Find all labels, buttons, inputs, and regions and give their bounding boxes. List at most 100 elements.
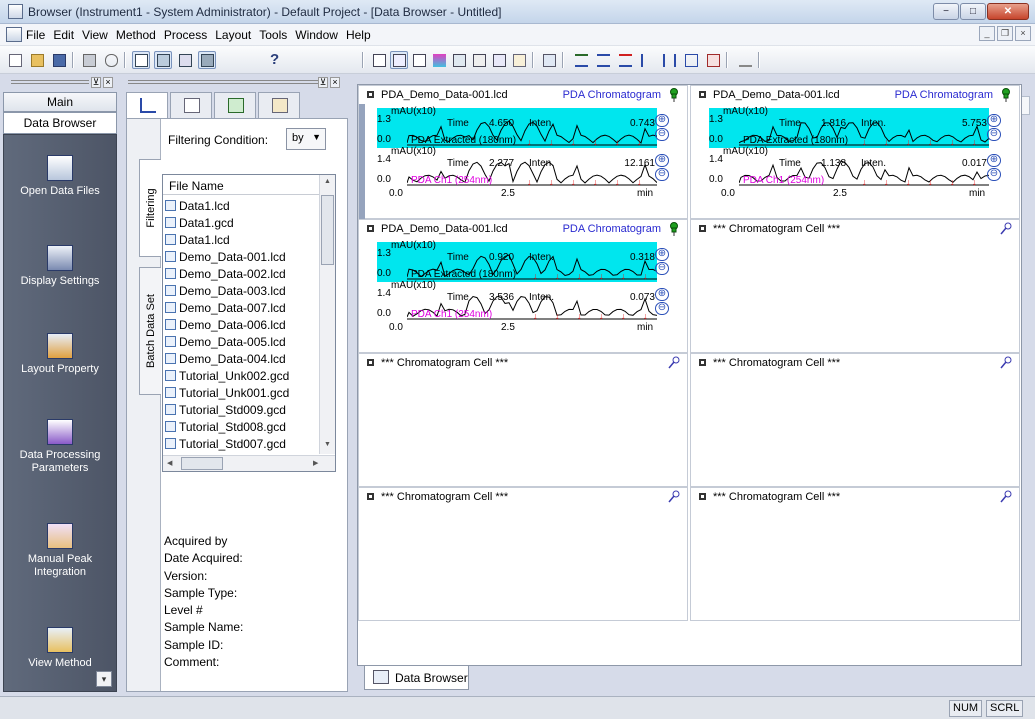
scroll-down-icon[interactable]: ▼ — [324, 441, 331, 448]
file-name-header[interactable]: File Name — [163, 175, 321, 195]
empty-chromatogram-cell[interactable]: *** Chromatogram Cell *** — [690, 487, 1020, 621]
view-toggle-button[interactable] — [132, 51, 150, 69]
help-label[interactable]: ? — [270, 51, 279, 68]
zoom-in-icon[interactable]: ⊕ — [655, 248, 669, 261]
tab-batch-data-set[interactable]: Batch Data Set — [139, 267, 161, 395]
file-row[interactable]: Tutorial_Std008.gcd — [163, 419, 321, 436]
file-row[interactable]: Demo_Data-007.lcd — [163, 300, 321, 317]
zoom-in-icon[interactable]: ⊕ — [987, 114, 1001, 127]
print-button[interactable] — [80, 51, 98, 69]
tab-data-files[interactable] — [126, 92, 168, 119]
file-row[interactable]: Demo_Data-005.lcd — [163, 334, 321, 351]
channel-plot[interactable]: ↓ ↓ ↓ ↓ ↓ ↓ mAU(x10) 1.4 0.0 Time 3.536 Inten. 0.073… — [377, 280, 657, 322]
empty-chromatogram-cell[interactable]: *** Chromatogram Cell *** — [358, 487, 688, 621]
chromatogram-cell[interactable]: PDA_Demo_Data-001.lcd PDA Chromatogram ↓ ↓ ↓… — [358, 219, 688, 353]
merge-button[interactable] — [682, 51, 700, 69]
nav-layout-property[interactable]: Layout Property — [4, 333, 116, 376]
horizontal-scrollbar[interactable]: ◀ ▶ — [163, 455, 335, 471]
properties-button[interactable] — [540, 51, 558, 69]
edit-button[interactable] — [736, 51, 754, 69]
filtering-condition-select[interactable]: by ▼ — [286, 128, 326, 150]
channel-plot[interactable]: ↓ ↓ ↓ ↓ ↓ ↓ mAU(x10) 1.4 0.0 Time 1.138 Inten. 0.017… — [709, 146, 989, 188]
zoom-in-icon[interactable]: ⊕ — [655, 114, 669, 127]
mdi-close-button[interactable]: × — [1015, 26, 1031, 41]
cell-select-box[interactable] — [699, 225, 706, 232]
mdi-minimize-button[interactable]: _ — [979, 26, 995, 41]
panel-grip[interactable]: ⊻ × — [3, 76, 117, 90]
data-browser-section[interactable]: Data Browser — [3, 112, 117, 134]
file-row[interactable]: Demo_Data-003.lcd — [163, 283, 321, 300]
panel-grip[interactable]: ⊻ × — [120, 76, 352, 90]
pda-spectrum-button[interactable] — [410, 51, 428, 69]
vertical-scrollbar[interactable]: ▲ ▼ — [319, 175, 335, 454]
layout-toggle-button[interactable] — [154, 51, 172, 69]
tab-filtering[interactable]: Filtering — [139, 159, 161, 257]
pushpin-icon[interactable] — [999, 356, 1013, 370]
menu-layout[interactable]: Layout — [215, 28, 251, 42]
nav-display-settings[interactable]: Display Settings — [4, 245, 116, 288]
cell-select-box[interactable] — [699, 493, 706, 500]
cell-select-box[interactable] — [699, 91, 706, 98]
open-button[interactable] — [28, 51, 46, 69]
menu-file[interactable]: File — [26, 28, 45, 42]
zoom-out-icon[interactable]: ⊖ — [987, 168, 1001, 181]
zoom-in-icon[interactable]: ⊕ — [987, 154, 1001, 167]
save-button[interactable] — [50, 51, 68, 69]
panel-pin-button[interactable]: ⊻ — [318, 77, 328, 88]
file-row[interactable]: Data1.lcd — [163, 198, 321, 215]
pda-view-button[interactable] — [390, 51, 408, 69]
chromatogram-view-button[interactable] — [370, 51, 388, 69]
nav-open-data-files[interactable]: Open Data Files — [4, 155, 116, 198]
zoom-out-icon[interactable]: ⊖ — [655, 262, 669, 275]
zoom-out-icon[interactable]: ⊖ — [987, 128, 1001, 141]
scroll-thumb[interactable] — [181, 457, 223, 470]
file-row[interactable]: Data1.lcd — [163, 232, 321, 249]
pushpin-green-icon[interactable] — [999, 88, 1013, 102]
pushpin-icon[interactable] — [999, 222, 1013, 236]
menu-method[interactable]: Method — [116, 28, 156, 42]
delete-button[interactable] — [616, 51, 634, 69]
add-button[interactable] — [572, 51, 590, 69]
tab-methods[interactable] — [170, 92, 212, 118]
list-toggle-button[interactable] — [176, 51, 194, 69]
empty-chromatogram-cell[interactable]: *** Chromatogram Cell *** — [690, 353, 1020, 487]
menu-window[interactable]: Window — [295, 28, 338, 42]
pushpin-icon[interactable] — [667, 356, 681, 370]
panel-close-button[interactable]: × — [103, 77, 113, 88]
minimize-button[interactable]: − — [933, 3, 959, 20]
nav-manual-peak-integration[interactable]: Manual Peak Integration — [4, 523, 116, 579]
pushpin-icon[interactable] — [999, 490, 1013, 504]
insert-button[interactable] — [594, 51, 612, 69]
zoom-out-icon[interactable]: ⊖ — [655, 128, 669, 141]
chromatogram-cell[interactable]: PDA_Demo_Data-001.lcd PDA Chromatogram ↓ ↓ ↓… — [358, 85, 688, 220]
zoom-out-icon[interactable]: ⊖ — [655, 302, 669, 315]
file-row[interactable]: Demo_Data-004.lcd — [163, 351, 321, 368]
menu-view[interactable]: View — [82, 28, 108, 42]
nav-data-processing-parameters[interactable]: Data Processing Parameters — [4, 419, 116, 475]
empty-chromatogram-cell[interactable]: *** Chromatogram Cell *** — [358, 353, 688, 487]
scroll-thumb[interactable] — [321, 195, 334, 265]
print-preview-button[interactable] — [102, 51, 120, 69]
pushpin-green-icon[interactable] — [667, 88, 681, 102]
scroll-right-icon[interactable]: ▶ — [313, 459, 318, 467]
peak-table-button[interactable] — [470, 51, 488, 69]
panel-pin-button[interactable]: ⊻ — [91, 77, 101, 88]
export-button[interactable] — [704, 51, 722, 69]
file-row[interactable]: Data1.gcd — [163, 215, 321, 232]
pushpin-icon[interactable] — [667, 490, 681, 504]
window-toggle-button[interactable] — [198, 51, 216, 69]
tab-reports[interactable] — [258, 92, 300, 118]
extracted-plot[interactable]: ↓ ↓ ↓ ↓ ↓ ↓ mAU(x10) 1.3 0.0 Time 1.816 Inten. 5.753… — [709, 106, 989, 148]
cell-select-box[interactable] — [367, 493, 374, 500]
file-row[interactable]: Demo_Data-001.lcd — [163, 249, 321, 266]
file-row[interactable]: Demo_Data-002.lcd — [163, 266, 321, 283]
file-row[interactable]: Demo_Data-006.lcd — [163, 317, 321, 334]
cell-select-box[interactable] — [699, 359, 706, 366]
menu-tools[interactable]: Tools — [259, 28, 287, 42]
main-header[interactable]: Main — [3, 92, 117, 112]
mark-button[interactable] — [510, 51, 528, 69]
sort-button[interactable] — [638, 51, 656, 69]
zoom-in-icon[interactable]: ⊕ — [655, 154, 669, 167]
scroll-left-icon[interactable]: ◀ — [167, 459, 172, 467]
scroll-up-icon[interactable]: ▲ — [324, 178, 331, 185]
